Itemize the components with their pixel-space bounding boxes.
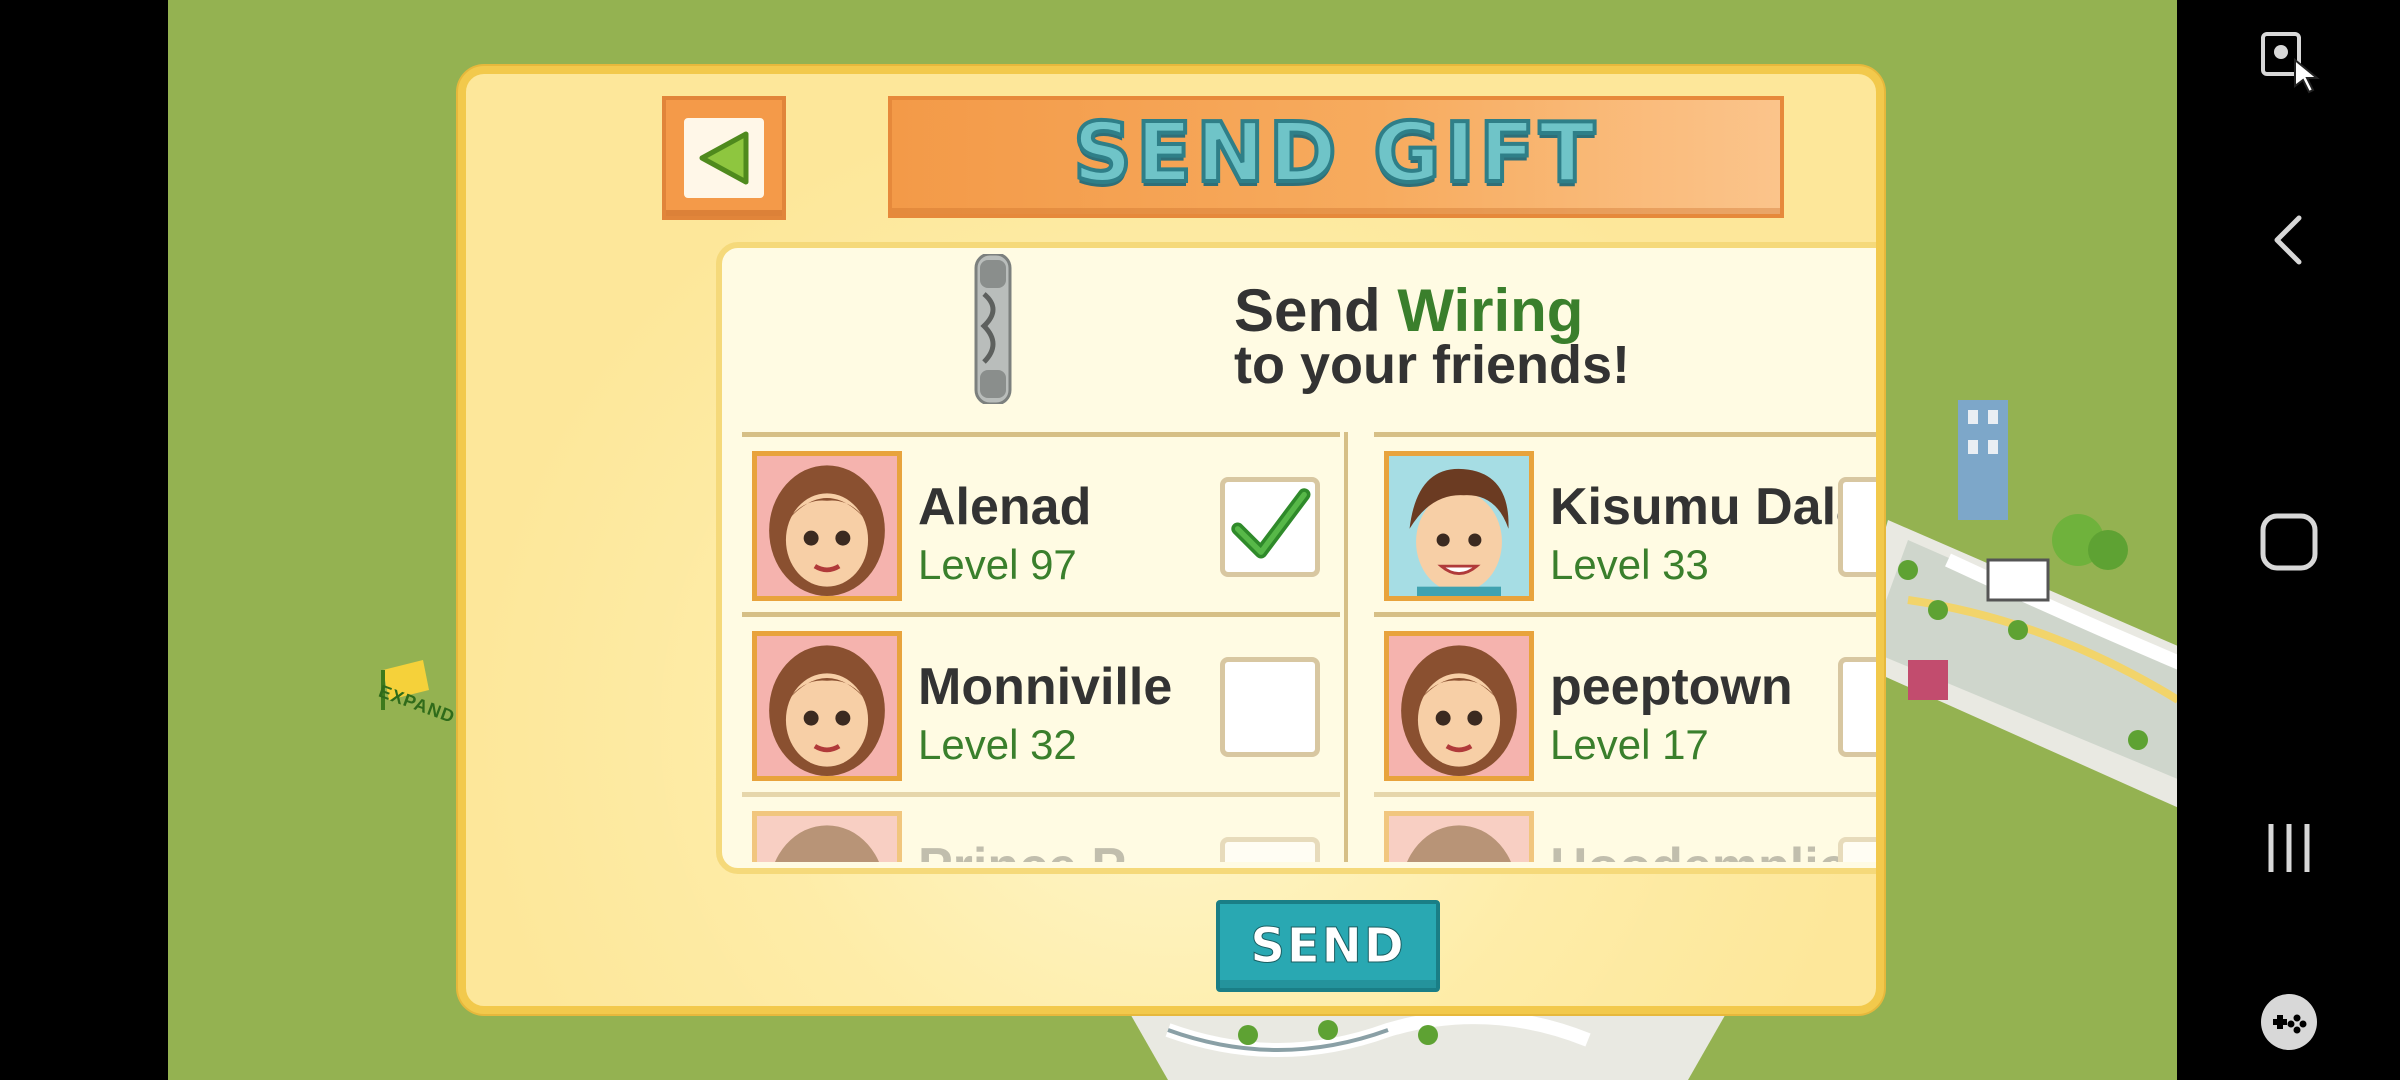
avatar bbox=[752, 811, 902, 862]
city-buildings bbox=[1848, 400, 2177, 808]
screen: EXPAND SEND GIFT X bbox=[0, 0, 2400, 1080]
triangle-left-icon bbox=[699, 131, 749, 185]
friend-checkbox[interactable] bbox=[1220, 657, 1320, 757]
wiring-spool-icon bbox=[974, 254, 1012, 404]
avatar bbox=[1384, 811, 1534, 862]
touch-assist-icon[interactable] bbox=[2257, 30, 2321, 94]
expand-sign[interactable]: EXPAND bbox=[373, 660, 463, 730]
friend-checkbox[interactable] bbox=[1838, 477, 1876, 577]
gift-header: Send Wiring to your friends! bbox=[722, 248, 1876, 432]
avatar bbox=[1384, 631, 1534, 781]
girl-avatar-icon bbox=[757, 816, 897, 862]
home-square-icon[interactable] bbox=[2257, 510, 2321, 574]
friend-level: Level 33 bbox=[1550, 541, 1709, 588]
friend-row[interactable]: Monniville Level 32 bbox=[742, 612, 1340, 792]
recents-bars-icon[interactable] bbox=[2259, 818, 2319, 878]
friend-name: Monniville bbox=[918, 658, 1173, 716]
friend-name: Prince P bbox=[918, 837, 1126, 862]
girl-avatar-icon bbox=[757, 636, 897, 776]
dialog-title: SEND GIFT bbox=[1071, 104, 1600, 203]
friend-level: Level 17 bbox=[1550, 721, 1709, 768]
avatar bbox=[752, 451, 902, 601]
gamepad-icon[interactable] bbox=[2257, 990, 2321, 1054]
column-divider bbox=[1344, 432, 1348, 862]
friend-checkbox[interactable] bbox=[1220, 837, 1320, 862]
friends-column-right: Kisumu Dala Level 33 peeptown Level 17 bbox=[1374, 432, 1876, 862]
friend-level: Level 32 bbox=[918, 721, 1077, 768]
friend-row[interactable]: Prince P bbox=[742, 792, 1340, 862]
friend-checkbox[interactable] bbox=[1220, 477, 1320, 577]
send-subheading: to your friends! bbox=[1234, 335, 1631, 395]
friend-name: Hoodemplic bbox=[1550, 837, 1848, 862]
friends-list[interactable]: Alenad Level 97 Monniville Level 32 Kisu… bbox=[742, 432, 1876, 862]
friend-name: Alenad bbox=[918, 478, 1092, 536]
system-nav-bar bbox=[2177, 0, 2400, 1080]
friend-row[interactable]: Kisumu Dala Level 33 bbox=[1374, 432, 1876, 612]
send-button[interactable]: SEND bbox=[1216, 900, 1440, 992]
checkmark-icon bbox=[1231, 488, 1311, 559]
avatar bbox=[1384, 451, 1534, 601]
boy-avatar-icon bbox=[1389, 456, 1529, 596]
send-button-label: SEND bbox=[1250, 918, 1406, 975]
friend-row[interactable]: Hoodemplic bbox=[1374, 792, 1876, 862]
gift-panel: Send Wiring to your friends! Alenad Leve… bbox=[716, 242, 1876, 874]
friend-name: peeptown bbox=[1550, 658, 1793, 716]
friends-column-left: Alenad Level 97 Monniville Level 32 bbox=[742, 432, 1340, 862]
friend-name: Kisumu Dala bbox=[1550, 478, 1865, 536]
send-gift-dialog: SEND GIFT X Send Wiring to your friends bbox=[458, 66, 1884, 1014]
girl-avatar-icon bbox=[757, 456, 897, 596]
friend-row[interactable]: peeptown Level 17 bbox=[1374, 612, 1876, 792]
girl-avatar-icon bbox=[1389, 636, 1529, 776]
friend-level: Level 97 bbox=[918, 541, 1077, 588]
title-bar: SEND GIFT bbox=[888, 96, 1784, 218]
girl-avatar-icon bbox=[1389, 816, 1529, 862]
friend-row[interactable]: Alenad Level 97 bbox=[742, 432, 1340, 612]
friend-checkbox[interactable] bbox=[1838, 837, 1876, 862]
friend-checkbox[interactable] bbox=[1838, 657, 1876, 757]
chevron-left-icon[interactable] bbox=[2259, 210, 2319, 270]
back-button[interactable] bbox=[662, 96, 786, 220]
game-area[interactable]: EXPAND SEND GIFT X bbox=[168, 0, 2177, 1080]
avatar bbox=[752, 631, 902, 781]
